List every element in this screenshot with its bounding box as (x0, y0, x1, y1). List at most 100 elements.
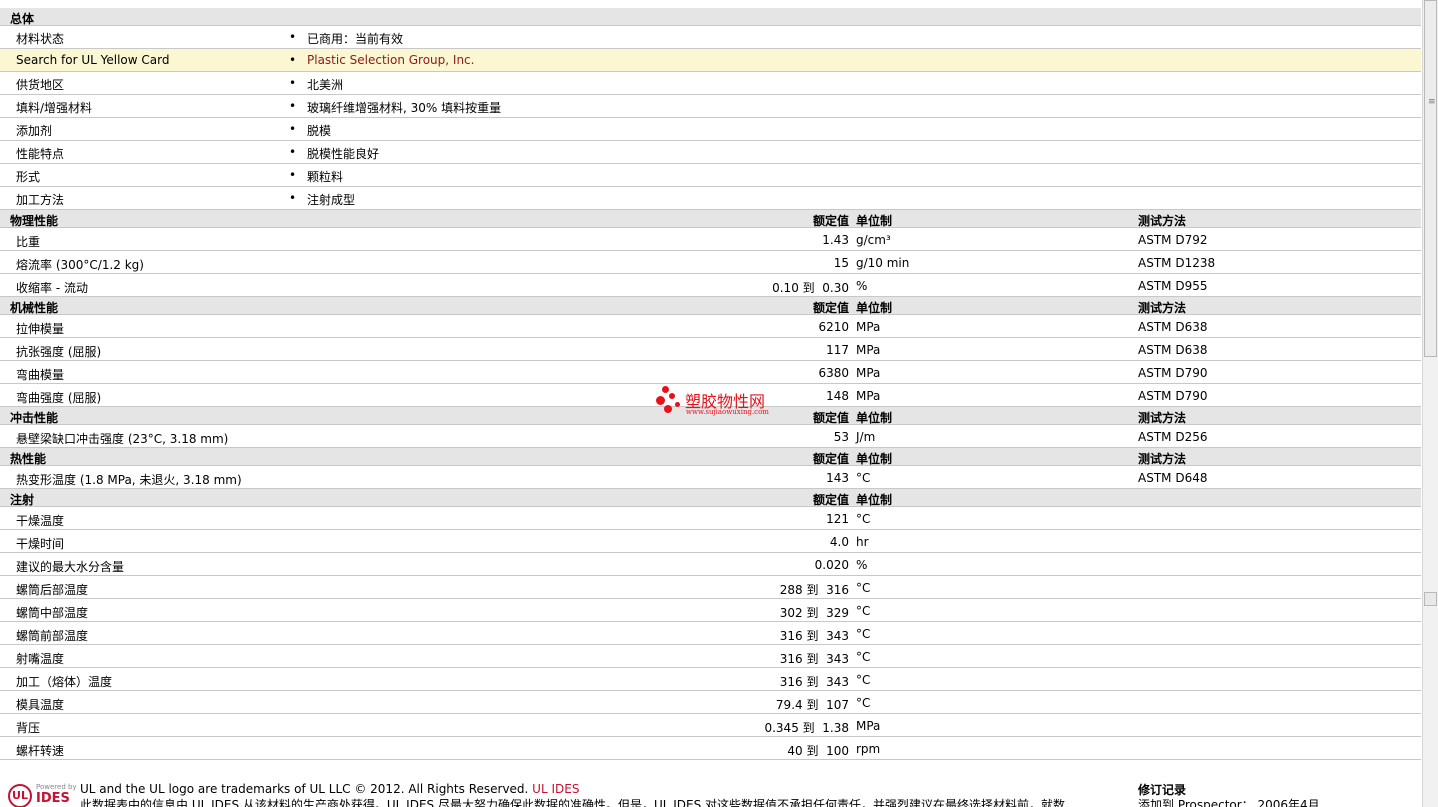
property-value: 脱模性能良好 (307, 147, 380, 161)
scrollbar-thumb[interactable]: ≡ (1424, 0, 1437, 357)
vertical-scrollbar[interactable]: ≡ (1422, 0, 1438, 807)
property-label: 热变形温度 (1.8 MPa, 未退火, 3.18 mm) (16, 473, 242, 487)
unit-value: °C (856, 650, 871, 664)
unit-value: °C (856, 696, 871, 710)
nominal-value: 40 到 100 (787, 744, 849, 758)
nominal-value: 148 (826, 389, 849, 403)
column-header-nominal: 额定值 (812, 301, 849, 315)
nominal-value: 316 到 343 (779, 652, 849, 666)
nominal-value: 0.10 到 0.30 (772, 281, 849, 295)
property-label: 拉伸模量 (16, 322, 65, 336)
column-header-unit: 单位制 (856, 411, 893, 425)
table-row: 干燥时间 4.0 hr (0, 530, 1421, 553)
table-row: 弯曲模量 6380 MPa ASTM D790 (0, 361, 1421, 384)
property-label: 螺筒后部温度 (16, 583, 89, 597)
unit-value: % (856, 279, 868, 293)
unit-value: J/m (856, 430, 876, 444)
unit-value: g/10 min (856, 256, 910, 270)
property-label: 弯曲模量 (16, 368, 65, 382)
bullet-icon: • (289, 168, 297, 182)
bullet-icon: • (289, 122, 297, 136)
property-label[interactable]: Search for UL Yellow Card (16, 53, 169, 67)
unit-value: % (856, 558, 868, 572)
property-label: 螺杆转速 (16, 744, 65, 758)
test-method: ASTM D638 (1138, 320, 1208, 334)
general-properties: 材料状态 • 已商用：当前有效 Search for UL Yellow Card • P… (0, 26, 1421, 210)
nominal-value: 117 (826, 343, 849, 357)
property-value: 玻璃纤维增强材料, 30% 填料按重量 (307, 101, 502, 115)
property-label: 添加剂 (16, 124, 53, 138)
unit-value: MPa (856, 366, 881, 380)
property-label: 模具温度 (16, 698, 65, 712)
bullet-icon: • (289, 76, 297, 90)
unit-value: °C (856, 673, 871, 687)
section-header: 机械性能 额定值 单位制 测试方法 (0, 297, 1421, 315)
property-label: 螺筒中部温度 (16, 606, 89, 620)
table-row: 螺杆转速 40 到 100 rpm (0, 737, 1421, 760)
nominal-value: 0.020 (814, 558, 849, 572)
property-label: 建议的最大水分含量 (16, 560, 125, 574)
column-header-method: 测试方法 (1138, 214, 1187, 228)
section-header: 物理性能 额定值 单位制 测试方法 (0, 210, 1421, 228)
test-method: ASTM D790 (1138, 366, 1208, 380)
property-label: 干燥温度 (16, 514, 65, 528)
column-header-method: 测试方法 (1138, 301, 1187, 315)
unit-value: MPa (856, 320, 881, 334)
property-label: 收缩率 - 流动 (16, 281, 88, 295)
property-label: 弯曲强度 (屈服) (16, 391, 102, 405)
property-label: 填料/增强材料 (16, 101, 93, 115)
nominal-value: 1.43 (822, 233, 849, 247)
watermark-logo-icon (656, 386, 684, 418)
column-header-unit: 单位制 (856, 214, 893, 228)
column-header-unit: 单位制 (856, 301, 893, 315)
material-datasheet: 总体 材料状态 • 已商用：当前有效 Search for UL Yellow Car… (0, 8, 1421, 760)
unit-value: rpm (856, 742, 881, 756)
bullet-icon: • (289, 99, 297, 113)
nominal-value: 0.345 到 1.38 (764, 721, 849, 735)
property-label: 性能特点 (16, 147, 65, 161)
revision-history-text: 添加到 Prospector： 2006年4月 (1138, 798, 1320, 807)
bullet-icon: • (289, 30, 297, 44)
property-label: 熔流率 (300°C/1.2 kg) (16, 258, 144, 272)
general-row: 性能特点 • 脱模性能良好 (0, 141, 1421, 164)
table-row: 抗张强度 (屈服) 117 MPa ASTM D638 (0, 338, 1421, 361)
property-label: 悬壁梁缺口冲击强度 (23°C, 3.18 mm) (16, 432, 229, 446)
section-title: 物理性能 (10, 214, 59, 228)
property-label: 材料状态 (16, 32, 65, 46)
unit-value: MPa (856, 719, 881, 733)
table-row: 螺筒后部温度 288 到 316 °C (0, 576, 1421, 599)
column-header-nominal: 额定值 (812, 493, 849, 507)
bullet-icon: • (289, 191, 297, 205)
column-header-nominal: 额定值 (812, 452, 849, 466)
unit-value: °C (856, 512, 871, 526)
test-method: ASTM D648 (1138, 471, 1208, 485)
section-title: 注射 (10, 493, 35, 507)
section-header: 注射 额定值 单位制 (0, 489, 1421, 507)
test-method: ASTM D256 (1138, 430, 1208, 444)
general-row: 供货地区 • 北美洲 (0, 72, 1421, 95)
column-header-unit: 单位制 (856, 493, 893, 507)
property-label: 加工（熔体）温度 (16, 675, 113, 689)
general-row: 材料状态 • 已商用：当前有效 (0, 26, 1421, 49)
property-label: 螺筒前部温度 (16, 629, 89, 643)
property-label: 形式 (16, 170, 41, 184)
yellow-card-link[interactable]: Plastic Selection Group, Inc. (307, 53, 474, 67)
test-method: ASTM D1238 (1138, 256, 1216, 270)
table-row: 模具温度 79.4 到 107 °C (0, 691, 1421, 714)
property-label: 射嘴温度 (16, 652, 65, 666)
table-row: 螺筒前部温度 316 到 343 °C (0, 622, 1421, 645)
nominal-value: 53 (833, 430, 849, 444)
yellow-card-row[interactable]: Search for UL Yellow Card • Plastic Select… (0, 49, 1421, 72)
table-row: 拉伸模量 6210 MPa ASTM D638 (0, 315, 1421, 338)
section-header: 热性能 额定值 单位制 测试方法 (0, 448, 1421, 466)
table-row: 射嘴温度 316 到 343 °C (0, 645, 1421, 668)
column-header-unit: 单位制 (856, 452, 893, 466)
section-header-general: 总体 (0, 8, 1421, 26)
column-header-method: 测试方法 (1138, 452, 1187, 466)
ul-ides-link[interactable]: UL IDES (532, 782, 579, 796)
nominal-value: 316 到 343 (779, 629, 849, 643)
nominal-value: 6210 (818, 320, 849, 334)
test-method: ASTM D790 (1138, 389, 1208, 403)
scrollbar-marker[interactable] (1424, 592, 1437, 606)
trademark-line: UL and the UL logo are trademarks of UL … (80, 782, 579, 796)
